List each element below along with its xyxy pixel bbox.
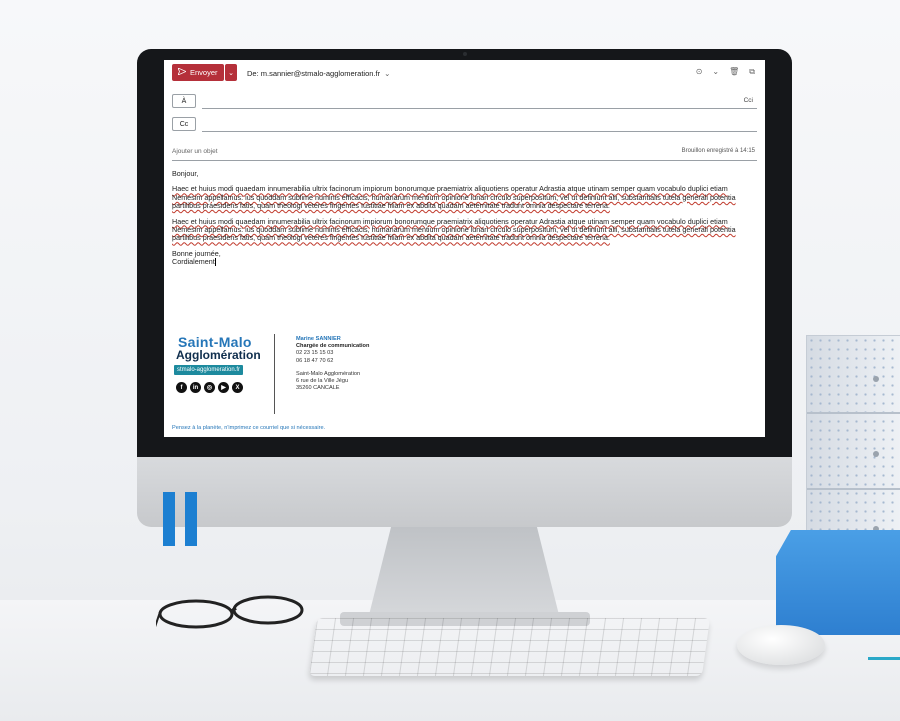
to-input[interactable] bbox=[202, 108, 757, 109]
address-line: 6 rue de la Ville Jégu bbox=[296, 378, 349, 385]
x-icon[interactable]: X bbox=[232, 382, 243, 393]
facebook-icon[interactable]: f bbox=[176, 382, 187, 393]
from-label: De: m.sannier@stmalo-agglomeration.fr bbox=[247, 69, 381, 78]
compose-toolbar: Envoyer ⌄ De: m.sannier@stmalo-agglomera… bbox=[164, 60, 765, 82]
social-links: f in ◎ ▶ X bbox=[176, 382, 243, 393]
to-button[interactable]: À bbox=[172, 94, 196, 108]
message-body[interactable]: Bonjour, Haec et huius modi quaedam innu… bbox=[172, 169, 757, 267]
eco-footer: Pensez à la planète, n'imprimez ce courr… bbox=[172, 425, 326, 431]
closing-line: Cordialement bbox=[172, 257, 757, 267]
website-link[interactable]: stmalo-agglomeration.fr bbox=[174, 365, 244, 375]
keyboard bbox=[308, 618, 711, 676]
decor-stripe bbox=[185, 492, 197, 546]
decor-stripe bbox=[163, 492, 175, 546]
draft-saved-status: Brouillon enregistré à 14:15 bbox=[681, 148, 755, 154]
cc-field: Cc bbox=[172, 117, 757, 134]
photo-scene: Envoyer ⌄ De: m.sannier@stmalo-agglomera… bbox=[0, 0, 900, 721]
chevron-down-icon[interactable]: ⌄ bbox=[712, 67, 719, 77]
sensitivity-icon[interactable]: ⊙ bbox=[696, 67, 703, 77]
pencil bbox=[868, 657, 900, 660]
chevron-down-icon: ⌄ bbox=[384, 69, 391, 78]
cc-input[interactable] bbox=[202, 131, 757, 132]
toolbar-actions: ⊙ ⌄ 🗑 ⧉ bbox=[696, 67, 755, 77]
popout-icon[interactable]: ⧉ bbox=[749, 67, 755, 77]
sender-name: Marine SANNIER bbox=[296, 336, 341, 342]
closing-line: Bonne journée, bbox=[172, 248, 221, 258]
blue-box bbox=[776, 530, 900, 635]
greeting: Bonjour, bbox=[172, 169, 199, 178]
phone-number: 02 23 15 15 03 bbox=[296, 350, 334, 357]
send-icon bbox=[177, 67, 187, 77]
signature-divider bbox=[274, 334, 275, 414]
from-selector[interactable]: De: m.sannier@stmalo-agglomeration.fr ⌄ bbox=[247, 69, 390, 78]
to-field: À Cci bbox=[172, 94, 757, 111]
organization: Saint-Malo Agglomération bbox=[296, 370, 361, 377]
send-label: Envoyer bbox=[190, 68, 218, 77]
body-paragraph: Haec et huius modi quaedam innumerabilia… bbox=[172, 184, 736, 211]
address-line: 35260 CANCALE bbox=[296, 385, 340, 392]
webcam bbox=[463, 52, 467, 56]
instagram-icon[interactable]: ◎ bbox=[204, 382, 215, 393]
closing-text: Cordialement bbox=[172, 257, 215, 267]
subject-field[interactable]: Ajouter un objet Brouillon enregistré à … bbox=[172, 146, 757, 161]
linkedin-icon[interactable]: in bbox=[190, 382, 201, 393]
mouse bbox=[737, 625, 825, 665]
monitor-stand bbox=[368, 527, 560, 619]
cci-button[interactable]: Cci bbox=[744, 97, 753, 104]
eyeglasses bbox=[156, 595, 304, 629]
logo-text: Agglomération bbox=[176, 348, 261, 362]
text-cursor bbox=[214, 258, 216, 267]
email-signature: Saint-Malo Agglomération stmalo-agglomer… bbox=[172, 330, 757, 420]
monitor-chin bbox=[137, 457, 792, 527]
subject-placeholder: Ajouter un objet bbox=[172, 148, 218, 155]
contact-block: Marine SANNIER Chargée de communication … bbox=[296, 336, 369, 392]
body-paragraph: Haec et huius modi quaedam innumerabilia… bbox=[172, 216, 736, 243]
cc-button[interactable]: Cc bbox=[172, 117, 196, 131]
send-options-chevron-icon[interactable]: ⌄ bbox=[225, 64, 237, 81]
phone-number: 06 18 47 70 62 bbox=[296, 357, 334, 364]
send-button[interactable]: Envoyer bbox=[172, 64, 224, 81]
youtube-icon[interactable]: ▶ bbox=[218, 382, 229, 393]
sender-role: Chargée de communication bbox=[296, 343, 370, 350]
email-compose-window: Envoyer ⌄ De: m.sannier@stmalo-agglomera… bbox=[164, 60, 765, 437]
trash-icon[interactable]: 🗑 bbox=[729, 67, 739, 77]
